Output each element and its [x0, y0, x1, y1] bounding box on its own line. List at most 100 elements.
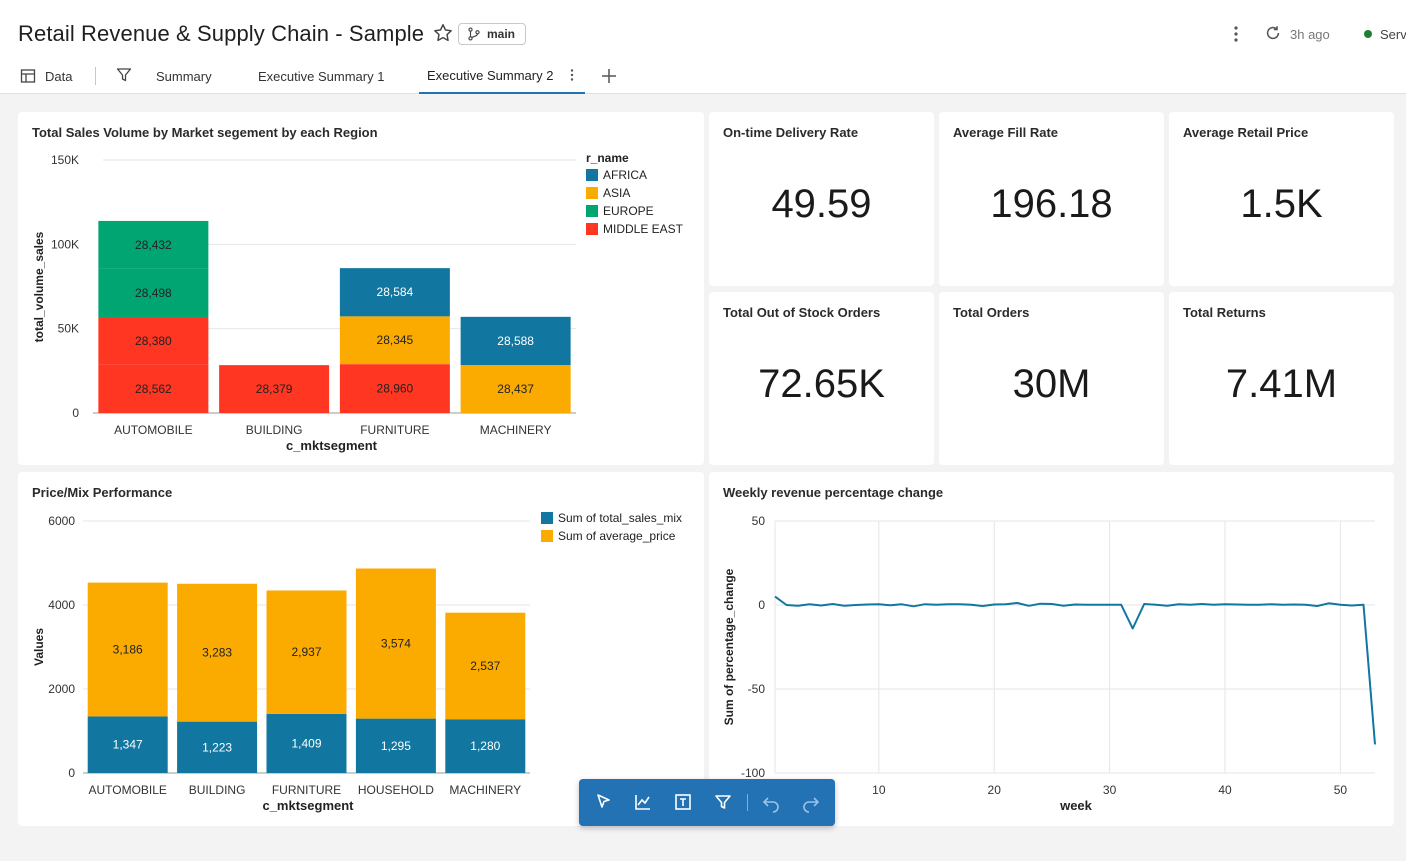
redo-icon[interactable]: [800, 791, 822, 813]
kpi-value: 1.5K: [1240, 182, 1323, 226]
kpi-title: Average Retail Price: [1183, 125, 1309, 140]
tab-executive-summary-2-label: Executive Summary 2: [427, 67, 554, 83]
y-tick-label: 4000: [48, 598, 75, 612]
x-tick-label: AUTOMOBILE: [114, 423, 192, 437]
kpi-title: Average Fill Rate: [953, 125, 1059, 140]
tab-executive-summary-1[interactable]: Executive Summary 1: [258, 58, 384, 94]
x-tick-label: BUILDING: [246, 423, 303, 437]
kpi-title: Total Orders: [953, 305, 1030, 320]
x-tick-label: MACHINERY: [480, 423, 552, 437]
y-tick-label: 50: [752, 514, 766, 528]
kpi-card-on-time-delivery: On-time Delivery Rate 49.59: [709, 112, 934, 286]
data-label: 28,432: [135, 238, 172, 252]
legend-title: r_name: [586, 151, 629, 165]
legend-label: Sum of total_sales_mix: [558, 511, 682, 525]
filter-icon[interactable]: [116, 67, 132, 83]
tab-summary[interactable]: Summary: [156, 58, 212, 94]
legend-swatch: [586, 169, 598, 181]
x-tick-label: 50: [1334, 783, 1348, 797]
y-tick-label: 0: [72, 406, 79, 420]
y-tick-label: 100K: [51, 237, 79, 251]
legend-label: Sum of average_price: [558, 529, 676, 543]
undo-icon[interactable]: [760, 791, 782, 813]
table-icon: [20, 69, 36, 83]
x-tick-label: AUTOMOBILE: [88, 783, 166, 797]
legend-label: EUROPE: [603, 204, 654, 218]
data-label: 28,380: [135, 334, 172, 348]
weekly-revenue-chart: -100 -50 0 50 10 20 30 40 50 week Sum of percentag…: [722, 514, 1376, 813]
star-icon[interactable]: [432, 22, 454, 44]
series-line: [774, 595, 1376, 745]
y-tick-label: 50K: [58, 322, 79, 336]
line-chart-icon[interactable]: [632, 791, 654, 813]
tab-bar: Data Summary Executive Summary 1 Executi…: [0, 58, 1406, 94]
tab-summary-label: Summary: [156, 68, 212, 84]
tab-divider: [95, 67, 96, 85]
sales-volume-chart: 0 50K 100K 150K AUTOMOBILE 28,562 28,380 28,498…: [32, 151, 684, 453]
data-label: 28,562: [135, 382, 172, 396]
kpi-card-average-retail-price: Average Retail Price 1.5K: [1169, 112, 1394, 286]
data-label: 28,584: [377, 285, 414, 299]
price-mix-chart-card: Price/Mix Performance 0 2000 4000 6000 AUTOM…: [18, 472, 704, 826]
x-tick-label: BUILDING: [189, 783, 246, 797]
x-axis-title: c_mktsegment: [262, 798, 354, 813]
data-label: 1,223: [202, 740, 232, 754]
x-tick-label: FURNITURE: [272, 783, 341, 797]
x-axis-title: c_mktsegment: [286, 438, 378, 453]
x-tick-label: MACHINERY: [449, 783, 521, 797]
legend-label: MIDDLE EAST: [603, 222, 684, 236]
kpi-title: Total Out of Stock Orders: [723, 305, 881, 320]
x-tick-label: 30: [1103, 783, 1117, 797]
data-label: 3,186: [113, 643, 143, 657]
data-label: 28,588: [497, 334, 534, 348]
more-options-icon[interactable]: [1228, 24, 1244, 44]
legend-swatch: [541, 512, 553, 524]
pointer-icon[interactable]: [592, 791, 614, 813]
data-label: 28,498: [135, 286, 172, 300]
kpi-card-total-returns: Total Returns 7.41M: [1169, 292, 1394, 465]
legend-label: ASIA: [603, 186, 630, 200]
text-box-icon[interactable]: [672, 791, 694, 813]
data-label: 1,295: [381, 739, 411, 753]
tab-executive-summary-1-label: Executive Summary 1: [258, 68, 385, 84]
data-label: 1,347: [113, 738, 143, 752]
add-tab-icon[interactable]: [600, 67, 618, 85]
kpi-value: 196.18: [990, 182, 1113, 226]
y-axis-title: Sum of percentage_change: [722, 568, 736, 725]
legend-label: AFRICA: [603, 168, 647, 182]
data-label: 2,537: [470, 659, 500, 673]
data-label: 1,280: [470, 739, 500, 753]
y-tick-label: 2000: [48, 682, 75, 696]
dashboard-header: Retail Revenue & Supply Chain - Sample m…: [0, 0, 1406, 94]
price-mix-chart: 0 2000 4000 6000 AUTOMOBILE 1,347 3,186 BUILDIN…: [32, 511, 682, 813]
data-label: 3,283: [202, 646, 232, 660]
y-tick-label: -50: [748, 682, 766, 696]
tab-data[interactable]: Data: [20, 58, 72, 94]
last-updated: 3h ago: [1290, 27, 1330, 42]
kpi-card-out-of-stock-orders: Total Out of Stock Orders 72.65K: [709, 292, 934, 465]
tab-executive-summary-2[interactable]: Executive Summary 2: [419, 58, 585, 94]
data-label: 3,574: [381, 637, 411, 651]
data-label: 2,937: [291, 645, 321, 659]
kpi-title: Total Returns: [1183, 305, 1266, 320]
status-label: Serve: [1380, 27, 1406, 42]
data-label: 28,379: [256, 382, 293, 396]
kpi-value: 30M: [1012, 362, 1091, 406]
x-tick-label: 10: [872, 783, 886, 797]
weekly-revenue-chart-card: Weekly revenue percentage change -100 -50…: [709, 472, 1394, 826]
refresh-icon[interactable]: [1264, 24, 1282, 42]
data-label: 1,409: [291, 736, 321, 750]
kpi-card-total-orders: Total Orders 30M: [939, 292, 1164, 465]
tab-options-icon[interactable]: [567, 68, 577, 82]
y-tick-label: 150K: [51, 153, 79, 167]
data-label: 28,345: [377, 333, 414, 347]
branch-label: main: [487, 27, 516, 41]
kpi-value: 49.59: [771, 182, 872, 226]
filter-icon[interactable]: [712, 791, 734, 813]
edit-toolbar: [579, 779, 835, 826]
legend-swatch: [586, 187, 598, 199]
y-tick-label: 0: [758, 598, 765, 612]
branch-button[interactable]: main: [458, 23, 527, 45]
data-label: 28,437: [497, 382, 534, 396]
kpi-card-average-fill-rate: Average Fill Rate 196.18: [939, 112, 1164, 286]
